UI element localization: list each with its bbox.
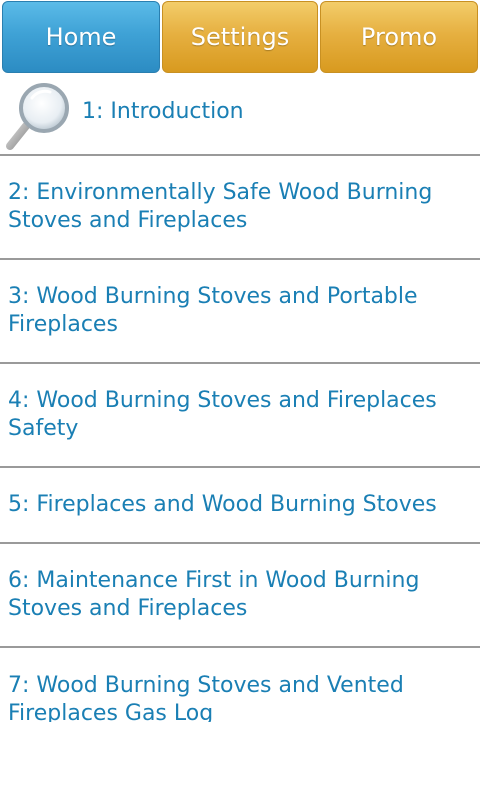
tab-home[interactable]: Home [2, 1, 160, 73]
list-item-label: 7: Wood Burning Stoves and Vented Firepl… [8, 673, 404, 722]
tab-settings[interactable]: Settings [162, 1, 318, 73]
list-item-label: 1: Introduction [82, 99, 244, 124]
list-item[interactable]: 1: Introduction [0, 76, 480, 154]
list-item-label: 6: Maintenance First in Wood Burning Sto… [8, 568, 420, 621]
tab-bar: Home Settings Promo [0, 0, 480, 76]
list-item[interactable]: 3: Wood Burning Stoves and Portable Fire… [0, 260, 480, 362]
list-item[interactable]: 6: Maintenance First in Wood Burning Sto… [0, 544, 480, 646]
list-item-label: 2: Environmentally Safe Wood Burning Sto… [8, 180, 433, 233]
list-item[interactable]: 2: Environmentally Safe Wood Burning Sto… [0, 156, 480, 258]
list-item[interactable]: 7: Wood Burning Stoves and Vented Firepl… [0, 648, 480, 722]
magnifier-icon [6, 83, 69, 150]
list-item-label: 5: Fireplaces and Wood Burning Stoves [8, 492, 437, 517]
tab-promo[interactable]: Promo [320, 1, 478, 73]
chapter-list[interactable]: 1: Introduction 2: Environmentally Safe … [0, 76, 480, 722]
tab-promo-label: Promo [360, 23, 438, 51]
tab-settings-label: Settings [190, 23, 290, 51]
list-item[interactable]: 4: Wood Burning Stoves and Fireplaces Sa… [0, 364, 480, 466]
tab-home-label: Home [45, 23, 117, 51]
list-item[interactable]: 5: Fireplaces and Wood Burning Stoves [0, 468, 480, 542]
list-item-label: 4: Wood Burning Stoves and Fireplaces Sa… [8, 388, 437, 441]
list-item-label: 3: Wood Burning Stoves and Portable Fire… [8, 284, 418, 337]
